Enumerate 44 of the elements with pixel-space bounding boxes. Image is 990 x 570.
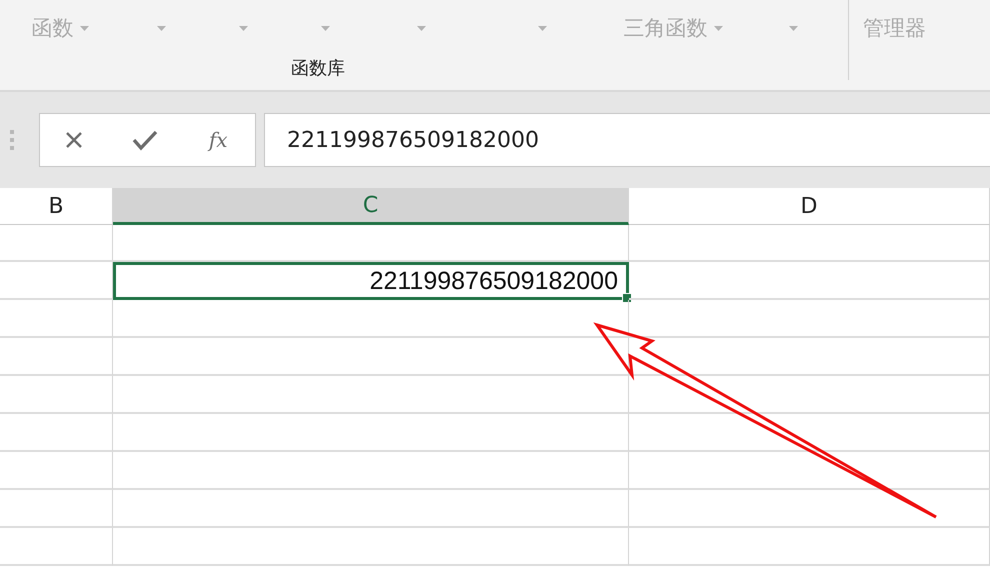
table-cell[interactable] <box>0 528 113 566</box>
table-cell[interactable] <box>113 376 629 414</box>
table-cell[interactable] <box>0 262 113 300</box>
table-cell[interactable] <box>0 414 113 452</box>
table-cell[interactable] <box>0 338 113 376</box>
table-cell[interactable] <box>113 338 629 376</box>
table-cell[interactable] <box>629 490 990 528</box>
table-cell[interactable] <box>0 225 113 262</box>
formula-input[interactable]: 221199876509182000 <box>264 113 990 167</box>
column-header[interactable]: C <box>113 188 629 225</box>
caret-icon[interactable] <box>538 26 546 30</box>
table-cell[interactable] <box>0 300 113 338</box>
table-cell[interactable] <box>0 376 113 414</box>
caret-icon[interactable] <box>788 26 798 30</box>
column-header[interactable]: B <box>0 188 113 225</box>
table-cell[interactable] <box>113 225 629 262</box>
table-cell[interactable] <box>113 490 629 528</box>
table-cell[interactable] <box>629 452 990 490</box>
column-header[interactable]: D <box>629 188 990 225</box>
fill-handle[interactable] <box>622 293 632 303</box>
check-icon[interactable] <box>132 129 158 151</box>
caret-icon[interactable] <box>320 26 330 30</box>
grip-icon[interactable] <box>10 130 14 150</box>
table-cell[interactable] <box>629 262 990 300</box>
table-cell[interactable] <box>629 414 990 452</box>
insert-function-button[interactable]: fx <box>204 128 232 152</box>
table-cell[interactable] <box>629 225 990 262</box>
selected-cell[interactable]: 221199876509182000 <box>113 262 629 300</box>
table-cell[interactable] <box>113 414 629 452</box>
caret-icon[interactable] <box>416 26 426 30</box>
table-cell[interactable] <box>0 490 113 528</box>
table-cell[interactable] <box>113 528 629 566</box>
caret-icon[interactable] <box>156 26 166 30</box>
caret-icon[interactable] <box>714 26 722 30</box>
table-cell[interactable] <box>113 452 629 490</box>
table-cell[interactable] <box>629 300 990 338</box>
table-cell[interactable] <box>629 528 990 566</box>
table-cell[interactable] <box>0 452 113 490</box>
table-cell[interactable] <box>629 376 990 414</box>
group-label: 函数库 <box>291 57 345 80</box>
table-cell[interactable] <box>629 338 990 376</box>
caret-icon[interactable] <box>80 26 88 30</box>
table-cell[interactable] <box>113 300 629 338</box>
caret-icon[interactable] <box>238 26 248 30</box>
